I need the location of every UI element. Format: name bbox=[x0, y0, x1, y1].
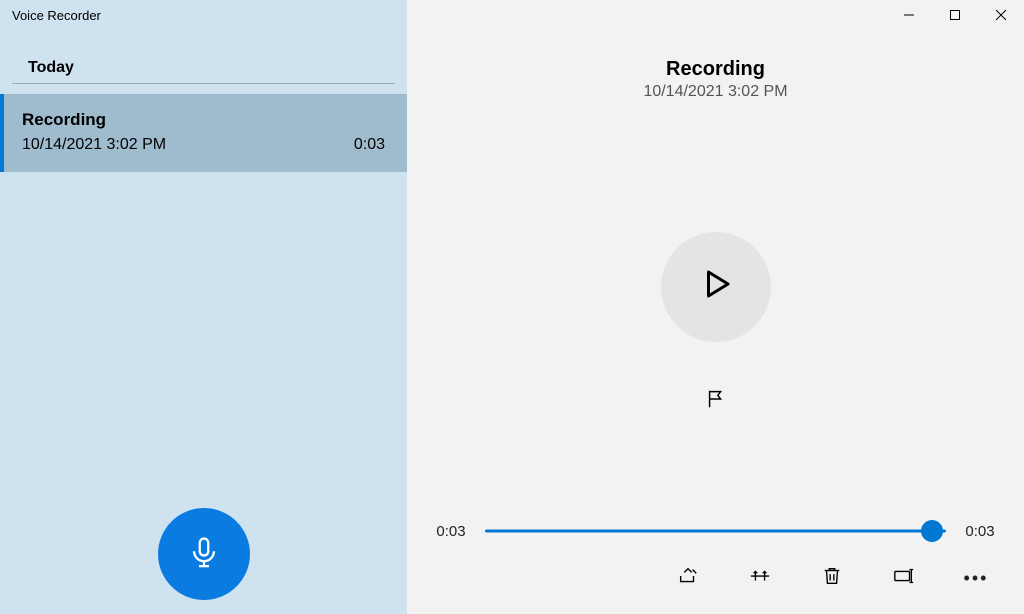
recording-date: 10/14/2021 3:02 PM bbox=[407, 83, 1024, 101]
play-button[interactable] bbox=[661, 232, 771, 342]
share-button[interactable] bbox=[668, 560, 708, 596]
bottom-toolbar: ••• bbox=[407, 542, 1024, 614]
window-minimize-button[interactable] bbox=[886, 4, 932, 30]
timeline-row: 0:03 0:03 bbox=[407, 520, 1024, 542]
recording-item-title: Recording bbox=[22, 110, 385, 130]
play-icon bbox=[698, 266, 734, 307]
more-button[interactable]: ••• bbox=[956, 560, 996, 596]
sidebar: Voice Recorder Today Recording 10/14/202… bbox=[0, 0, 407, 614]
titlebar bbox=[407, 0, 1024, 30]
record-button[interactable] bbox=[158, 508, 250, 600]
recording-header: Recording 10/14/2021 3:02 PM bbox=[407, 58, 1024, 101]
slider-track bbox=[485, 530, 946, 533]
microphone-icon bbox=[187, 535, 221, 574]
main-pane: Recording 10/14/2021 3:02 PM bbox=[407, 0, 1024, 614]
recordings-list: Recording 10/14/2021 3:02 PM 0:03 bbox=[0, 94, 407, 172]
trim-button[interactable] bbox=[740, 560, 780, 596]
more-icon: ••• bbox=[964, 569, 989, 587]
add-marker-button[interactable] bbox=[696, 382, 736, 422]
slider-thumb[interactable] bbox=[921, 520, 943, 542]
close-icon bbox=[995, 8, 1007, 26]
rename-button[interactable] bbox=[884, 560, 924, 596]
flag-icon bbox=[705, 388, 727, 415]
time-current: 0:03 bbox=[431, 523, 471, 540]
recording-item-date: 10/14/2021 3:02 PM bbox=[22, 136, 166, 154]
time-total: 0:03 bbox=[960, 523, 1000, 540]
minimize-icon bbox=[903, 8, 915, 26]
rename-icon bbox=[893, 565, 915, 592]
app-root: Voice Recorder Today Recording 10/14/202… bbox=[0, 0, 1024, 614]
recording-title: Recording bbox=[407, 58, 1024, 81]
maximize-icon bbox=[949, 8, 961, 26]
window-close-button[interactable] bbox=[978, 4, 1024, 30]
delete-button[interactable] bbox=[812, 560, 852, 596]
recording-list-item[interactable]: Recording 10/14/2021 3:02 PM 0:03 bbox=[0, 94, 407, 172]
recording-item-duration: 0:03 bbox=[354, 136, 385, 154]
trim-icon bbox=[749, 565, 771, 592]
play-area bbox=[407, 101, 1024, 492]
playback-slider[interactable] bbox=[485, 520, 946, 542]
window-maximize-button[interactable] bbox=[932, 4, 978, 30]
app-title: Voice Recorder bbox=[0, 0, 407, 29]
section-header-today: Today bbox=[12, 29, 395, 84]
share-icon bbox=[677, 565, 699, 592]
recording-item-meta: 10/14/2021 3:02 PM 0:03 bbox=[22, 136, 385, 154]
trash-icon bbox=[821, 565, 843, 592]
